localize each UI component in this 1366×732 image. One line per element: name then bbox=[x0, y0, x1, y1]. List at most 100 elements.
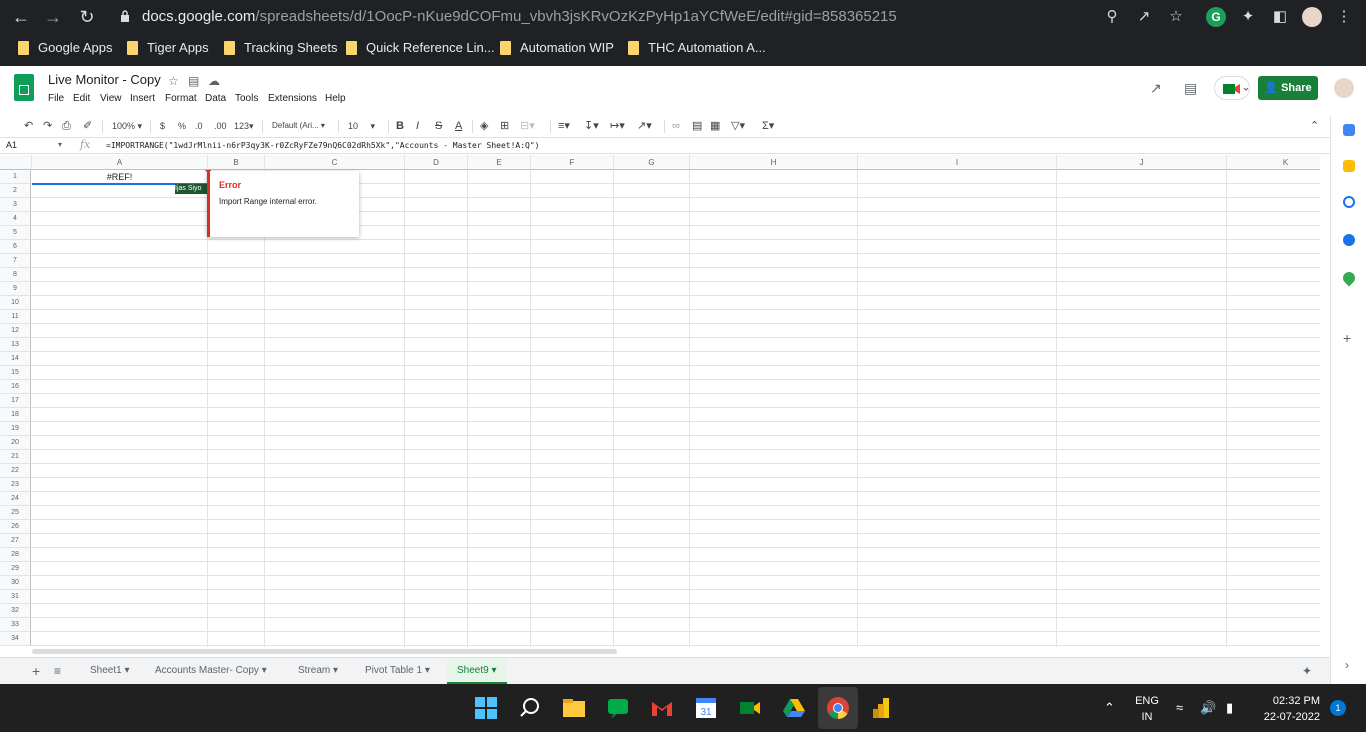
column-header-j[interactable]: J bbox=[1057, 155, 1227, 170]
font-select[interactable]: Default (Ari... ▾ bbox=[272, 119, 325, 133]
side-panel-icon[interactable]: ◧ bbox=[1270, 7, 1290, 27]
row-header-9[interactable]: 9 bbox=[0, 282, 31, 296]
all-sheets-icon[interactable]: ≡ bbox=[54, 658, 61, 684]
row-header-6[interactable]: 6 bbox=[0, 240, 31, 254]
print-icon[interactable]: ⎙ bbox=[62, 119, 71, 133]
activity-trend-icon[interactable]: ↗ bbox=[1150, 80, 1162, 97]
insert-chart-icon[interactable]: ▦ bbox=[710, 119, 720, 133]
bookmark-tracking-sheets[interactable]: Tracking Sheets bbox=[224, 40, 337, 58]
row-header-17[interactable]: 17 bbox=[0, 394, 31, 408]
formula-input[interactable]: =IMPORTRANGE("1wdJrMlnii-n6rP3qy3K-r0ZcR… bbox=[106, 141, 539, 150]
forward-icon[interactable]: → bbox=[42, 6, 64, 28]
row-header-2[interactable]: 2 bbox=[0, 184, 31, 198]
row-header-34[interactable]: 34 bbox=[0, 632, 31, 646]
address-bar[interactable]: docs.google.com/spreadsheets/d/1OocP-nKu… bbox=[108, 4, 1196, 30]
google-drive-icon[interactable] bbox=[781, 695, 807, 721]
profile-avatar[interactable] bbox=[1302, 7, 1322, 27]
paint-format-icon[interactable]: ✐ bbox=[83, 119, 92, 133]
column-header-i[interactable]: I bbox=[858, 155, 1057, 170]
grammarly-icon[interactable]: G bbox=[1206, 7, 1226, 27]
italic-button[interactable]: I bbox=[416, 119, 419, 133]
column-header-b[interactable]: B bbox=[208, 155, 265, 170]
collapse-menus-icon[interactable]: ⌃ bbox=[1310, 119, 1319, 133]
name-box[interactable]: A1 bbox=[6, 140, 17, 150]
name-box-dropdown-icon[interactable]: ▾ bbox=[58, 140, 62, 149]
notification-badge[interactable]: 1 bbox=[1330, 700, 1346, 716]
row-header-18[interactable]: 18 bbox=[0, 408, 31, 422]
cell-a2[interactable]: Ijas Siyo bbox=[175, 184, 207, 194]
menu-format[interactable]: Format bbox=[165, 93, 197, 104]
document-title[interactable]: Live Monitor - Copy bbox=[48, 72, 161, 87]
back-icon[interactable]: ← bbox=[10, 6, 32, 28]
row-header-14[interactable]: 14 bbox=[0, 352, 31, 366]
row-header-10[interactable]: 10 bbox=[0, 296, 31, 310]
tab-sheet9[interactable]: Sheet9 ▾ bbox=[447, 658, 507, 684]
row-header-15[interactable]: 15 bbox=[0, 366, 31, 380]
menu-tools[interactable]: Tools bbox=[235, 93, 258, 104]
sheets-logo-icon[interactable] bbox=[14, 74, 34, 101]
zoom-select[interactable]: 100% ▾ bbox=[112, 119, 142, 133]
spreadsheet-grid[interactable]: ABCDEFGHIJK 1 2 3 4 5 6 7 8 9 10 11 12 13 14 15 16 17 18 1… bbox=[0, 155, 1320, 647]
menu-data[interactable]: Data bbox=[205, 93, 226, 104]
select-all-corner[interactable] bbox=[0, 155, 32, 170]
search-icon[interactable] bbox=[517, 695, 543, 721]
row-header-11[interactable]: 11 bbox=[0, 310, 31, 324]
wifi-icon[interactable]: ≈ bbox=[1176, 700, 1183, 715]
power-bi-icon[interactable] bbox=[869, 695, 895, 721]
account-avatar[interactable] bbox=[1334, 78, 1354, 98]
expand-panel-icon[interactable]: › bbox=[1345, 658, 1349, 672]
bookmark-google-apps[interactable]: Google Apps bbox=[18, 40, 112, 58]
row-header-24[interactable]: 24 bbox=[0, 492, 31, 506]
row-header-12[interactable]: 12 bbox=[0, 324, 31, 338]
percent-format-button[interactable]: % bbox=[178, 119, 186, 133]
meet-button[interactable] bbox=[1214, 76, 1250, 100]
row-header-26[interactable]: 26 bbox=[0, 520, 31, 534]
text-color-button[interactable]: A bbox=[455, 119, 462, 133]
gmail-icon[interactable] bbox=[649, 695, 675, 721]
row-header-25[interactable]: 25 bbox=[0, 506, 31, 520]
extensions-icon[interactable]: ✦ bbox=[1238, 7, 1258, 27]
insert-link-icon[interactable]: ∞ bbox=[672, 119, 680, 133]
keep-icon[interactable] bbox=[1343, 160, 1355, 172]
tasks-icon[interactable] bbox=[1343, 196, 1355, 208]
row-header-32[interactable]: 32 bbox=[0, 604, 31, 618]
bookmark-star-icon[interactable]: ☆ bbox=[1166, 7, 1186, 27]
row-header-8[interactable]: 8 bbox=[0, 268, 31, 282]
star-icon[interactable]: ☆ bbox=[168, 74, 179, 88]
currency-format-button[interactable]: $ bbox=[160, 119, 165, 133]
insert-comment-icon[interactable]: ▤ bbox=[692, 119, 702, 133]
column-header-g[interactable]: G bbox=[614, 155, 690, 170]
menu-insert[interactable]: Insert bbox=[130, 93, 155, 104]
volume-icon[interactable]: 🔊 bbox=[1200, 700, 1216, 716]
merge-cells-icon[interactable]: ⊟▾ bbox=[520, 119, 535, 133]
row-header-29[interactable]: 29 bbox=[0, 562, 31, 576]
tab-sheet1[interactable]: Sheet1 ▾ bbox=[80, 658, 140, 684]
calendar-icon[interactable] bbox=[1343, 124, 1355, 136]
move-folder-icon[interactable]: ▤ bbox=[188, 74, 199, 88]
maps-icon[interactable] bbox=[1340, 269, 1358, 287]
row-header-5[interactable]: 5 bbox=[0, 226, 31, 240]
menu-help[interactable]: Help bbox=[325, 93, 346, 104]
row-header-22[interactable]: 22 bbox=[0, 464, 31, 478]
horizontal-align-icon[interactable]: ≡▾ bbox=[558, 119, 570, 133]
chrome-icon[interactable] bbox=[825, 695, 851, 721]
redo-icon[interactable]: ↷ bbox=[43, 119, 52, 133]
row-header-27[interactable]: 27 bbox=[0, 534, 31, 548]
column-header-k[interactable]: K bbox=[1227, 155, 1320, 170]
borders-icon[interactable]: ⊞ bbox=[500, 119, 509, 133]
more-formats-button[interactable]: 123▾ bbox=[234, 119, 254, 133]
zoom-icon[interactable]: ⚲ bbox=[1102, 7, 1122, 27]
row-header-31[interactable]: 31 bbox=[0, 590, 31, 604]
column-header-d[interactable]: D bbox=[405, 155, 468, 170]
google-chat-icon[interactable] bbox=[605, 695, 631, 721]
bookmark-tiger-apps[interactable]: Tiger Apps bbox=[127, 40, 209, 58]
hidden-icons-chevron-icon[interactable]: ⌃ bbox=[1104, 700, 1115, 716]
strikethrough-button[interactable]: S bbox=[435, 119, 442, 133]
menu-edit[interactable]: Edit bbox=[73, 93, 90, 104]
row-header-21[interactable]: 21 bbox=[0, 450, 31, 464]
input-language[interactable]: ENG IN bbox=[1130, 693, 1164, 725]
row-header-1[interactable]: 1 bbox=[0, 170, 31, 184]
comments-icon[interactable]: ▤ bbox=[1184, 80, 1197, 97]
row-header-13[interactable]: 13 bbox=[0, 338, 31, 352]
bookmark-automation-wip[interactable]: Automation WIP bbox=[500, 40, 614, 58]
